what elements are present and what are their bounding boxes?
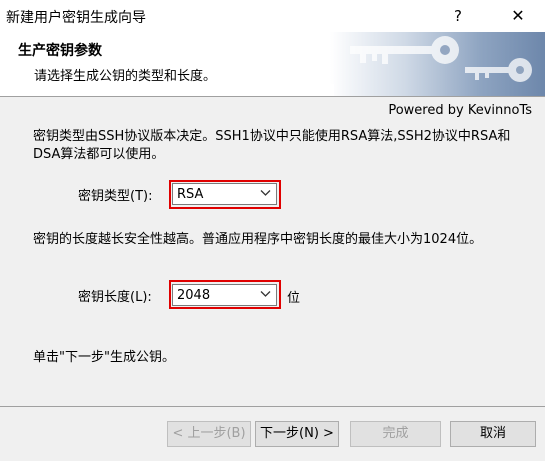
header-subtitle: 请选择生成公钥的类型和长度。 xyxy=(34,69,217,84)
close-button[interactable]: ✕ xyxy=(495,0,541,32)
chevron-down-icon xyxy=(260,187,271,201)
key-type-description: 密钥类型由SSH协议版本决定。SSH1协议中只能使用RSA算法,SSH2协议中R… xyxy=(33,129,511,162)
footer-divider xyxy=(0,406,545,407)
key-length-unit: 位 xyxy=(287,291,301,306)
next-button[interactable]: 下一步(N) > xyxy=(255,421,339,447)
key-type-select[interactable]: RSA xyxy=(172,183,277,205)
key-length-value: 2048 xyxy=(177,288,211,303)
window-title: 新建用户密钥生成向导 xyxy=(6,10,146,26)
key-type-value: RSA xyxy=(177,187,204,202)
key-type-label: 密钥类型(T): xyxy=(78,189,153,204)
wizard-window: 新建用户密钥生成向导 ? ✕ 生产密钥参数 请选择生成公钥的类型和长度。 Pow… xyxy=(0,0,545,461)
header-mask xyxy=(34,84,334,96)
finish-button[interactable]: 完成 xyxy=(350,421,441,447)
instruction-text: 单击"下一步"生成公钥。 xyxy=(33,350,175,365)
key-length-select[interactable]: 2048 xyxy=(172,284,277,306)
back-button[interactable]: < 上一步(B) xyxy=(167,421,251,447)
chevron-down-icon xyxy=(260,288,271,302)
powered-by-text: Powered by KevinnoTs xyxy=(388,103,532,118)
help-button[interactable]: ? xyxy=(435,0,481,32)
key-icon xyxy=(350,36,532,82)
wizard-header: 生产密钥参数 请选择生成公钥的类型和长度。 xyxy=(0,32,545,97)
title-bar: 新建用户密钥生成向导 ? ✕ xyxy=(0,0,545,32)
key-length-description: 密钥的长度越长安全性越高。普通应用程序中密钥长度的最佳大小为1024位。 xyxy=(33,232,483,247)
cancel-button[interactable]: 取消 xyxy=(450,421,536,447)
key-length-label: 密钥长度(L): xyxy=(78,290,152,305)
keys-graphic xyxy=(330,32,545,96)
header-title: 生产密钥参数 xyxy=(18,43,102,59)
